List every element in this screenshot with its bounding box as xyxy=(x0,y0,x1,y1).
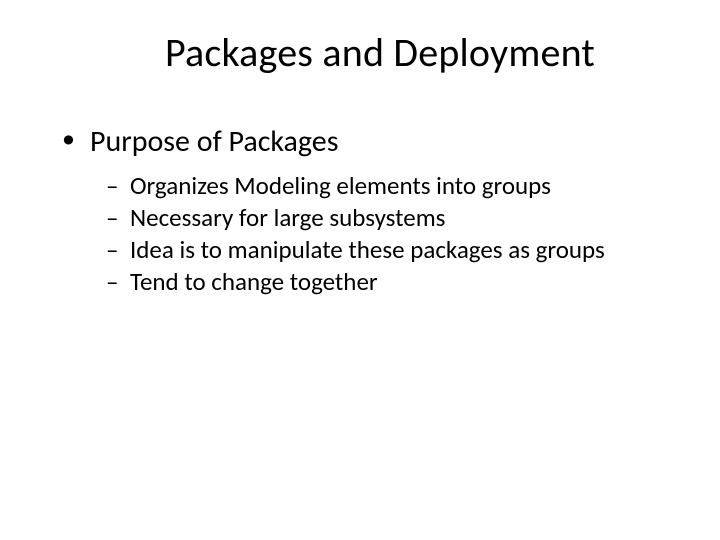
list-item: Idea is to manipulate these packages as … xyxy=(106,234,670,266)
list-item: Purpose of Packages Organizes Modeling e… xyxy=(62,123,670,298)
slide: Packages and Deployment Purpose of Packa… xyxy=(0,0,720,540)
list-item: Organizes Modeling elements into groups xyxy=(106,170,670,202)
bullet-list-level1: Purpose of Packages Organizes Modeling e… xyxy=(50,123,670,298)
bullet-text: Idea is to manipulate these packages as … xyxy=(130,234,605,265)
bullet-text: Tend to change together xyxy=(130,266,378,297)
list-item: Necessary for large subsystems xyxy=(106,202,670,234)
bullet-text: Necessary for large subsystems xyxy=(130,202,445,233)
bullet-text: Organizes Modeling elements into groups xyxy=(130,170,551,201)
slide-title: Packages and Deployment xyxy=(90,28,670,77)
list-item: Tend to change together xyxy=(106,266,670,298)
bullet-list-level2: Organizes Modeling elements into groups … xyxy=(90,170,670,298)
bullet-text: Purpose of Packages xyxy=(90,123,338,160)
